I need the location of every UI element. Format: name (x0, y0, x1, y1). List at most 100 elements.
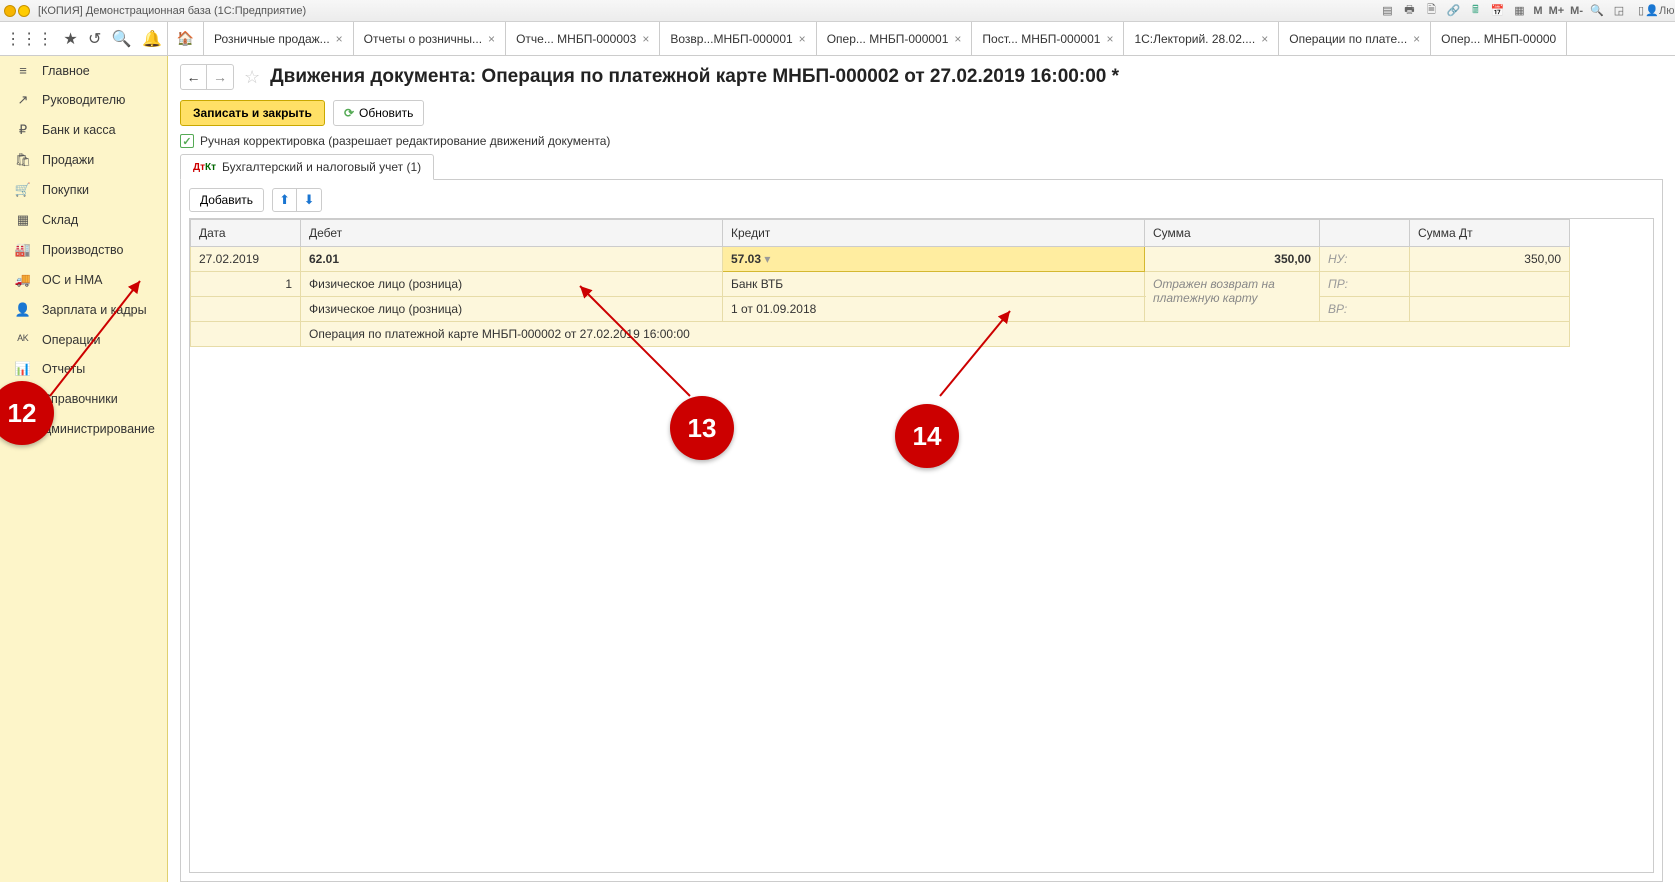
link-icon[interactable]: 🔗 (1445, 3, 1461, 19)
history-icon[interactable]: ↺ (88, 29, 101, 49)
move-down-button[interactable]: ⬇ (297, 189, 321, 211)
bars-icon: 📊 (14, 361, 32, 377)
memory-m[interactable]: M (1533, 5, 1542, 17)
col-type[interactable] (1320, 220, 1410, 247)
close-icon[interactable]: × (336, 32, 343, 46)
dtkt-icon: ᴬᴷ (14, 332, 32, 347)
sidebar-item-reports[interactable]: 📊Отчеты (0, 354, 167, 384)
sidebar-item-warehouse[interactable]: ▦Склад (0, 205, 167, 235)
tab-bar: 🏠 Розничные продаж...× Отчеты о розничны… (168, 22, 1675, 55)
window-control-icon[interactable] (18, 5, 30, 17)
col-sum[interactable]: Сумма (1145, 220, 1320, 247)
tab-item[interactable]: Пост... МНБП-000001× (972, 22, 1124, 55)
favorite-icon[interactable]: ☆ (244, 67, 260, 88)
sidebar-item-purchases[interactable]: 🛒Покупки (0, 175, 167, 205)
manual-edit-checkbox[interactable]: ✓ (180, 134, 194, 148)
tab-item[interactable]: 1С:Лекторий. 28.02....× (1124, 22, 1279, 55)
sidebar-item-manager[interactable]: ↗Руководителю (0, 85, 167, 115)
tab-item[interactable]: Отчеты о розничны...× (354, 22, 506, 55)
col-credit[interactable]: Кредит (723, 220, 1145, 247)
sidebar-item-payroll[interactable]: 👤Зарплата и кадры (0, 295, 167, 325)
grid-row[interactable]: Операция по платежной карте МНБП-000002 … (191, 322, 1570, 347)
boxes-icon: ▦ (14, 212, 32, 228)
cell-empty (1410, 297, 1570, 322)
refresh-button[interactable]: ⟳Обновить (333, 100, 424, 126)
col-date[interactable]: Дата (191, 220, 301, 247)
cell-credit-acc[interactable]: 57.03 ▾ (723, 247, 1145, 272)
tab-item[interactable]: Отче... МНБП-000003× (506, 22, 660, 55)
tab-item[interactable]: Розничные продаж...× (204, 22, 354, 55)
sidebar: ≡Главное ↗Руководителю ₽Банк и касса 🛍Пр… (0, 56, 168, 882)
cell-sum-dt[interactable]: 350,00 (1410, 247, 1570, 272)
window-icon[interactable]: ◲ (1611, 3, 1627, 19)
cell-empty (1410, 272, 1570, 297)
close-icon[interactable]: × (1413, 32, 1420, 46)
grid-row[interactable]: Физическое лицо (розница) 1 от 01.09.201… (191, 297, 1570, 322)
close-icon[interactable]: × (1261, 32, 1268, 46)
grid-row[interactable]: 1 Физическое лицо (розница) Банк ВТБ Отр… (191, 272, 1570, 297)
sidebar-item-bank[interactable]: ₽Банк и касса (0, 115, 167, 145)
bag-icon: 🛍 (14, 152, 32, 168)
tab-item[interactable]: Операции по плате...× (1279, 22, 1431, 55)
calculator-icon[interactable]: 🖩 (1467, 3, 1483, 19)
window-title: [КОПИЯ] Демонстрационная база (1С:Предпр… (38, 5, 306, 17)
close-icon[interactable]: × (799, 32, 806, 46)
tab-item[interactable]: Опер... МНБП-00000 (1431, 22, 1567, 55)
person-icon: 👤 (14, 302, 32, 318)
sidebar-item-sales[interactable]: 🛍Продажи (0, 145, 167, 175)
user-icon[interactable]: 👤 Люб (1655, 3, 1671, 19)
apps-icon[interactable]: ⋮⋮⋮ (5, 29, 53, 49)
col-debit[interactable]: Дебет (301, 220, 723, 247)
dtkt-icon: ДтКт (193, 162, 216, 173)
zoom-icon[interactable]: 🔍 (1589, 3, 1605, 19)
cell-rownum: 1 (191, 272, 301, 297)
forward-button[interactable]: → (207, 65, 233, 89)
cell-empty (191, 322, 301, 347)
back-button[interactable]: ← (181, 65, 207, 89)
add-button[interactable]: Добавить (189, 188, 264, 212)
close-icon[interactable]: × (1106, 32, 1113, 46)
truck-icon: 🚚 (14, 272, 32, 288)
accounting-grid[interactable]: Дата Дебет Кредит Сумма Сумма Дт 27.02.2… (189, 218, 1654, 873)
memory-mplus[interactable]: M+ (1549, 5, 1565, 17)
cell-debit-acc[interactable]: 62.01 (301, 247, 723, 272)
calendar-icon[interactable]: 📅 (1489, 3, 1505, 19)
content-tab-strip: ДтКт Бухгалтерский и налоговый учет (1) (180, 154, 1663, 180)
memory-mminus[interactable]: M- (1570, 5, 1583, 17)
close-icon[interactable]: × (488, 32, 495, 46)
close-icon[interactable]: × (954, 32, 961, 46)
cell-debit-sub1[interactable]: Физическое лицо (розница) (301, 272, 723, 297)
star-icon[interactable]: ★ (63, 29, 77, 49)
col-sum-dt[interactable]: Сумма Дт (1410, 220, 1570, 247)
sidebar-item-production[interactable]: 🏭Производство (0, 235, 167, 265)
tab-item[interactable]: Возвр...МНБП-000001× (660, 22, 816, 55)
sidebar-item-operations[interactable]: ᴬᴷОперации (0, 325, 167, 354)
sidebar-item-assets[interactable]: 🚚ОС и НМА (0, 265, 167, 295)
sidebar-item-main[interactable]: ≡Главное (0, 56, 167, 85)
print-icon[interactable]: 🖶 (1401, 3, 1417, 19)
tab-item[interactable]: Опер... МНБП-000001× (817, 22, 973, 55)
close-icon[interactable]: × (642, 32, 649, 46)
tool-icon[interactable]: ▤ (1379, 3, 1395, 19)
cell-debit-doc[interactable]: Операция по платежной карте МНБП-000002 … (301, 322, 1570, 347)
cell-debit-sub2[interactable]: Физическое лицо (розница) (301, 297, 723, 322)
move-up-button[interactable]: ⬆ (273, 189, 297, 211)
checkbox-label: Ручная корректировка (разрешает редактир… (200, 134, 610, 148)
document-icon[interactable]: 🗎 (1423, 3, 1439, 19)
save-close-button[interactable]: Записать и закрыть (180, 100, 325, 126)
cell-sum[interactable]: 350,00 (1145, 247, 1320, 272)
chart-icon: ↗ (14, 92, 32, 108)
bell-icon[interactable]: 🔔 (142, 29, 162, 49)
cell-sum-desc: Отражен возврат на платежную карту (1145, 272, 1320, 322)
titlebar-tools: ▤ 🖶 🗎 🔗 🖩 📅 ▦ M M+ M- 🔍 ◲ ▯ 👤 Люб (1379, 3, 1671, 19)
tab-accounting[interactable]: ДтКт Бухгалтерский и налоговый учет (1) (180, 154, 434, 180)
cell-date[interactable]: 27.02.2019 (191, 247, 301, 272)
factory-icon: 🏭 (14, 242, 32, 258)
window-control-icon[interactable] (4, 5, 16, 17)
cell-credit-sub2[interactable]: 1 от 01.09.2018 (723, 297, 1145, 322)
grid-icon[interactable]: ▦ (1511, 3, 1527, 19)
search-icon[interactable]: 🔍 (112, 29, 132, 49)
tab-home[interactable]: 🏠 (168, 22, 204, 55)
cell-credit-sub1[interactable]: Банк ВТБ (723, 272, 1145, 297)
grid-row[interactable]: 27.02.2019 62.01 57.03 ▾ 350,00 НУ: 350,… (191, 247, 1570, 272)
